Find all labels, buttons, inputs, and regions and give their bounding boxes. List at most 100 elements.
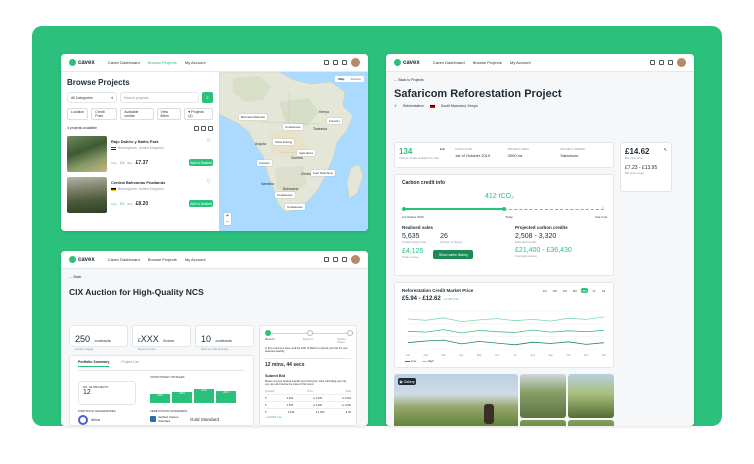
cavex-logo-icon xyxy=(394,59,401,66)
basket-icon[interactable] xyxy=(342,60,347,65)
map-country-label: Zambia xyxy=(291,156,303,160)
map-pin[interactable]: Forestry xyxy=(327,118,343,124)
project-card[interactable]: Central Bahvarian Peatlands Birmingham, … xyxy=(67,177,213,213)
filter-credits[interactable]: Available credits xyxy=(120,108,154,120)
period-button[interactable]: 1M xyxy=(560,288,569,293)
zoom-out-button[interactable]: − xyxy=(224,219,231,225)
nav-browse[interactable]: Browse Projects xyxy=(148,257,177,262)
grid-view-icon[interactable] xyxy=(201,126,206,131)
gallery-badge[interactable]: ▣ Gallery xyxy=(398,378,416,385)
geo-donut-icon xyxy=(78,415,88,425)
filter-price[interactable]: Credit Price xyxy=(91,108,118,120)
price-panel: £14.62 ✎ Buy Now price £7.23 - £13.95 Bid… xyxy=(620,142,672,192)
filter-location[interactable]: Location xyxy=(67,108,89,120)
filter-view[interactable]: View filters xyxy=(156,108,182,120)
add-bid-line-link[interactable]: + Add Bid Line xyxy=(265,416,351,419)
minimum-bid: 10 contracts Minimum Bid Quantity xyxy=(195,325,254,351)
avatar[interactable] xyxy=(351,255,360,264)
nav-browse[interactable]: Browse Projects xyxy=(148,60,177,65)
bell-icon[interactable] xyxy=(659,60,664,65)
category-tag: Reforestation xyxy=(402,104,424,108)
table-row[interactable]: 5 4,534 £ 1,000 £ 25 xyxy=(265,408,351,415)
basket-icon[interactable] xyxy=(668,60,673,65)
vintage-bar: 2018 xyxy=(150,394,170,403)
favourite-icon[interactable]: ♡ xyxy=(207,138,211,144)
show-sales-history-button[interactable]: Show sales history xyxy=(433,250,474,259)
heart-icon[interactable] xyxy=(650,60,655,65)
x-tick-label: Aug xyxy=(530,353,535,357)
period-button[interactable]: 1D xyxy=(541,288,549,293)
gallery-thumbnail[interactable] xyxy=(568,374,614,418)
period-button[interactable]: 1Y xyxy=(590,288,598,293)
table-row[interactable]: 5 4,534 £ 1,000 £ 1,532 xyxy=(265,394,351,401)
gallery-thumbnail[interactable] xyxy=(520,420,566,426)
avatar[interactable] xyxy=(677,58,686,67)
map-view-icon[interactable] xyxy=(208,126,213,131)
cavex-logo-icon xyxy=(69,59,76,66)
projects-map[interactable]: Map Satellite Kenya Tanzania Angola Zamb… xyxy=(219,72,368,231)
back-link[interactable]: ← Back to Projects xyxy=(394,78,686,82)
nav-dashboard[interactable]: Cavex Dashboard xyxy=(108,257,140,262)
edit-icon[interactable]: ✎ xyxy=(664,147,667,156)
nav-browse[interactable]: Browse Projects xyxy=(473,60,502,65)
map-pin[interactable]: Biomass Methods xyxy=(239,114,267,120)
bell-icon[interactable] xyxy=(333,60,338,65)
project-card[interactable]: Rajo Dahiru y Baltic Park Birmingham, Un… xyxy=(67,136,213,172)
num-projects-card: NO. OF PROJECTS 12 xyxy=(78,381,136,405)
tab-project-list[interactable]: Project List xyxy=(121,360,138,367)
bell-icon[interactable] xyxy=(333,257,338,262)
search-input[interactable]: Search projects... xyxy=(120,92,199,103)
project-stats: 134 Edit Carbon credits available for sal… xyxy=(394,142,614,168)
map-pin[interactable]: Cookstoves xyxy=(283,124,303,130)
period-button[interactable]: All xyxy=(599,288,607,293)
period-button[interactable]: 1W xyxy=(550,288,559,293)
period-button[interactable]: 3M xyxy=(570,288,579,293)
cavex-logo[interactable]: cavex xyxy=(394,59,420,66)
gallery-thumbnail[interactable] xyxy=(520,374,566,418)
nav-account[interactable]: My Account xyxy=(185,257,206,262)
add-to-basket-button[interactable]: Add to Basket xyxy=(189,200,213,207)
x-tick-label: Feb xyxy=(424,353,429,357)
add-to-basket-button[interactable]: Add to Basket xyxy=(189,159,213,166)
nav-dashboard[interactable]: Cavex Dashboard xyxy=(108,60,140,65)
project-gallery[interactable]: ▣ Gallery xyxy=(394,374,518,426)
cavex-logo[interactable]: cavex xyxy=(69,59,95,66)
map-country-label: Botswana xyxy=(283,187,299,191)
heart-icon[interactable] xyxy=(324,60,329,65)
cavex-logo[interactable]: cavex xyxy=(69,256,95,263)
heart-icon[interactable] xyxy=(324,257,329,262)
favourite-icon[interactable]: ♡ xyxy=(207,179,211,185)
auction-window: cavex Cavex Dashboard Browse Projects My… xyxy=(61,251,368,426)
category-select[interactable]: All Categories ▾ xyxy=(67,92,117,103)
auction-supply: 250 contracts Auction Supply xyxy=(69,325,128,351)
nav-dashboard[interactable]: Cavex Dashboard xyxy=(433,60,465,65)
verra-logo-icon xyxy=(150,416,156,422)
avatar[interactable] xyxy=(351,58,360,67)
edit-button[interactable]: Edit xyxy=(440,147,445,156)
gold-standard-label: Gold Standard xyxy=(190,416,220,422)
vintage-bar: 2021 xyxy=(216,391,236,403)
gallery-thumbnail[interactable] xyxy=(568,420,614,426)
map-pin[interactable]: Solar Energy xyxy=(273,139,295,145)
map-pin[interactable]: Fuel Switching xyxy=(311,170,335,176)
nav-account[interactable]: My Account xyxy=(510,60,531,65)
tab-portfolio-summary[interactable]: Portfolio Summary xyxy=(78,360,110,367)
projects-toggle[interactable]: ♥ Projects (4) xyxy=(184,108,213,120)
map-pin[interactable]: Forestry xyxy=(257,160,273,166)
list-view-icon[interactable] xyxy=(194,126,199,131)
back-link[interactable]: ← Back xyxy=(69,275,360,279)
map-pin[interactable]: Agriculture xyxy=(297,150,316,156)
map-pin[interactable]: Cookstoves xyxy=(285,204,305,210)
project-detail-window: cavex Cavex Dashboard Browse Projects My… xyxy=(386,54,694,426)
map-country-label: Tanzania xyxy=(313,127,328,131)
credits-sold: 5,635 xyxy=(402,233,420,240)
nav-account[interactable]: My Account xyxy=(185,60,206,65)
table-row[interactable]: 5 4,534 £ 1,000 £ 1,000 xyxy=(265,401,351,408)
map-pin[interactable]: Cookstoves xyxy=(275,192,295,198)
map-tab-satellite[interactable]: Satellite xyxy=(347,76,364,82)
section-title: Carbon credit info xyxy=(402,180,446,186)
search-button[interactable]: ⌕ xyxy=(202,92,213,103)
period-button-active[interactable]: 6M xyxy=(580,288,589,293)
map-tab-map[interactable]: Map xyxy=(335,76,347,82)
basket-icon[interactable] xyxy=(342,257,347,262)
